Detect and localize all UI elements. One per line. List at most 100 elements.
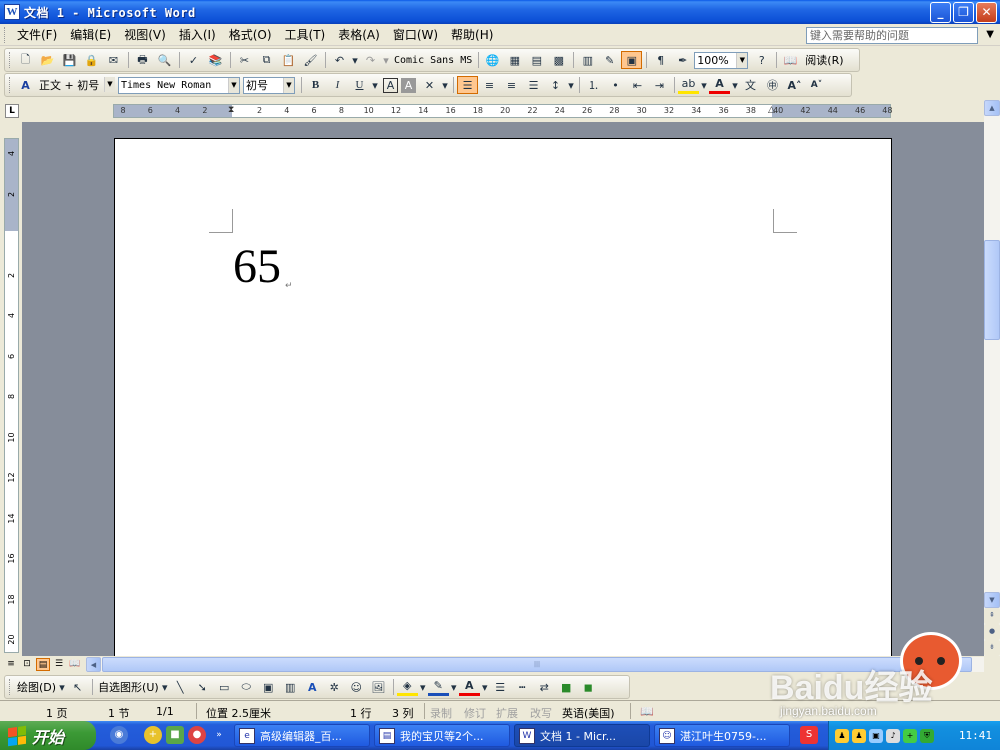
picture-icon[interactable]: 🖼 — [368, 678, 389, 696]
normal-view-icon[interactable]: ≡ — [4, 658, 18, 671]
quicklaunch-browser-icon[interactable]: ● — [188, 726, 206, 744]
menu-window[interactable]: 窗口(W) — [389, 26, 447, 43]
spelling-status-icon[interactable]: 📖 — [640, 705, 654, 718]
scroll-down-icon[interactable]: ▼ — [984, 592, 1000, 608]
quicklaunch-desktop-icon[interactable]: ◉ — [110, 726, 128, 744]
draw-menu-button[interactable]: 绘图(D) — [15, 679, 58, 695]
draw-font-color-icon[interactable]: A — [458, 678, 480, 696]
oval-icon[interactable]: ⬭ — [236, 678, 257, 696]
draw-dropdown-icon[interactable]: ▾ — [58, 678, 66, 696]
decrease-indent-icon[interactable]: ⇤ — [627, 76, 648, 94]
highlight-icon[interactable]: ab — [678, 76, 699, 94]
close-button[interactable]: ✕ — [976, 2, 997, 23]
read-mode-button[interactable]: 阅读(R) — [802, 52, 846, 68]
document-map-icon[interactable]: ▣ — [621, 51, 643, 69]
task-editor[interactable]: e 高级编辑器_百... — [234, 724, 370, 747]
quicklaunch-app-icon[interactable]: ■ — [166, 726, 184, 744]
quicklaunch-more-icon[interactable]: » — [210, 726, 228, 744]
menu-tools[interactable]: 工具(T) — [281, 26, 335, 43]
maximize-button[interactable]: ❐ — [953, 2, 974, 23]
autoshapes-dropdown-icon[interactable]: ▾ — [161, 678, 169, 696]
3d-style-icon[interactable]: ◼ — [578, 678, 599, 696]
read-mode-icon[interactable]: 📖 — [780, 51, 801, 69]
scroll-left-icon[interactable]: ◀ — [86, 657, 101, 672]
select-objects-icon[interactable]: ↖ — [67, 678, 88, 696]
zoom-select[interactable]: 100% ▼ — [694, 51, 749, 69]
menubar-grip[interactable] — [4, 26, 7, 43]
line-color-dropdown-icon[interactable]: ▾ — [450, 678, 458, 696]
toolbar-grip[interactable] — [9, 679, 12, 695]
menu-insert[interactable]: 插入(I) — [175, 26, 225, 43]
horizontal-scrollbar[interactable]: ◀ ||| — [86, 657, 984, 672]
show-hide-icon[interactable]: ¶ — [650, 51, 671, 69]
underline-dropdown-icon[interactable]: ▾ — [371, 76, 379, 94]
draw-font-color-dropdown-icon[interactable]: ▾ — [481, 678, 489, 696]
vertical-text-box-icon[interactable]: ▥ — [280, 678, 301, 696]
qq-icon[interactable]: ♟ — [835, 728, 849, 743]
research-icon[interactable]: 📚 — [205, 51, 226, 69]
line-spacing-dropdown-icon[interactable]: ▾ — [567, 76, 575, 94]
reading-layout-icon[interactable]: 📖 — [68, 658, 82, 671]
font-size-dropdown-icon[interactable]: ▼ — [283, 77, 294, 93]
fill-color-dropdown-icon[interactable]: ▾ — [419, 678, 427, 696]
zoom-dropdown-icon[interactable]: ▼ — [736, 52, 748, 68]
document-text[interactable]: 65 — [233, 239, 281, 295]
underline-button[interactable]: U — [349, 76, 370, 94]
menu-table[interactable]: 表格(A) — [334, 26, 389, 43]
scroll-up-icon[interactable]: ▲ — [984, 100, 1000, 116]
next-page-icon[interactable]: ⇟ — [984, 640, 1000, 656]
menu-format[interactable]: 格式(O) — [225, 26, 281, 43]
rectangle-icon[interactable]: ▭ — [214, 678, 235, 696]
task-album[interactable]: ▤ 我的宝贝等2个... — [374, 724, 510, 747]
quicklaunch-add-icon[interactable]: + — [144, 726, 162, 744]
dash-style-icon[interactable]: ┅ — [512, 678, 533, 696]
hyperlink-icon[interactable]: 🌐 — [482, 51, 503, 69]
task-chat[interactable]: ☺ 湛江叶生0759-... — [654, 724, 790, 747]
format-painter-icon[interactable]: 🖌 — [300, 51, 321, 69]
volume-icon[interactable]: ♪ — [886, 728, 900, 743]
text-box-icon[interactable]: ▣ — [258, 678, 279, 696]
styles-formatting-icon[interactable]: A — [15, 76, 36, 94]
copy-icon[interactable]: ⧉ — [256, 51, 277, 69]
minimize-button[interactable]: _ — [930, 2, 951, 23]
menu-edit[interactable]: 编辑(E) — [66, 26, 120, 43]
autoshapes-button[interactable]: 自选图形(U) — [96, 679, 161, 695]
horizontal-scroll-thumb[interactable]: ||| — [102, 657, 972, 672]
columns-icon[interactable]: ▥ — [577, 51, 598, 69]
toolbar-grip[interactable] — [9, 52, 12, 68]
character-border-icon[interactable]: A — [383, 77, 398, 93]
previous-page-icon[interactable]: ⇞ — [984, 608, 1000, 624]
spelling-icon[interactable]: ✓ — [183, 51, 204, 69]
menu-help[interactable]: 帮助(H) — [447, 26, 502, 43]
start-button[interactable]: 开始 — [0, 721, 96, 750]
insert-table-icon[interactable]: ▤ — [526, 51, 547, 69]
character-shading-icon[interactable]: A — [401, 77, 416, 93]
numbering-icon[interactable]: ⒈ — [583, 76, 604, 94]
status-overtype[interactable]: 改写 — [530, 705, 552, 721]
character-scale-icon[interactable]: ✕ — [419, 76, 440, 94]
input-method-icon[interactable]: S — [800, 726, 818, 744]
increase-indent-icon[interactable]: ⇥ — [649, 76, 670, 94]
status-track-changes[interactable]: 修订 — [464, 705, 486, 721]
status-language[interactable]: 英语(美国) — [562, 705, 615, 721]
vertical-scroll-thumb[interactable] — [984, 240, 1000, 340]
font-select[interactable]: Times New Roman ▼ — [118, 76, 240, 94]
bullets-icon[interactable]: • — [605, 76, 626, 94]
paste-icon[interactable]: 📋 — [278, 51, 299, 69]
arrow-icon[interactable]: ➘ — [192, 678, 213, 696]
font-preview-label[interactable]: Comic Sans MS — [391, 55, 475, 66]
print-icon[interactable]: 🖶 — [132, 51, 153, 69]
font-color-dropdown-icon[interactable]: ▾ — [731, 76, 739, 94]
wordart-icon[interactable]: A — [302, 678, 323, 696]
open-folder-icon[interactable]: 📂 — [37, 51, 58, 69]
insert-excel-icon[interactable]: ▩ — [548, 51, 569, 69]
email-icon[interactable]: ✉ — [103, 51, 124, 69]
toolbar-grip[interactable] — [9, 77, 12, 93]
line-color-icon[interactable]: ✎ — [427, 678, 449, 696]
permission-icon[interactable]: 🔒 — [81, 51, 102, 69]
help-dropdown-icon[interactable]: ▼ — [986, 29, 994, 40]
shrink-font-icon[interactable]: A˅ — [806, 76, 827, 94]
line-icon[interactable]: ╲ — [170, 678, 191, 696]
undo-dropdown-icon[interactable]: ▾ — [351, 51, 359, 69]
tables-borders-icon[interactable]: ▦ — [504, 51, 525, 69]
